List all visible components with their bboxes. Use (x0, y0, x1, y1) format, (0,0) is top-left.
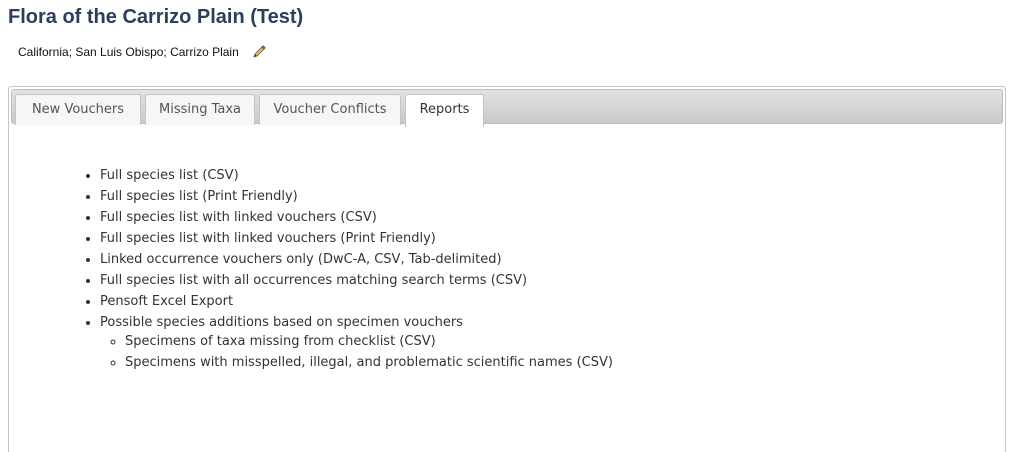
tab-reports[interactable]: Reports (405, 94, 484, 127)
list-item: Full species list with linked vouchers (… (100, 228, 613, 249)
reports-list: Full species list (CSV) Full species lis… (100, 165, 613, 373)
list-item: Specimens of taxa missing from checklist… (125, 331, 613, 352)
list-item: Full species list with all occurrences m… (100, 270, 613, 291)
pencil-icon[interactable] (251, 44, 267, 60)
possible-additions-heading: Possible species additions based on spec… (100, 315, 463, 330)
report-link-problem-names-csv[interactable]: Specimens with misspelled, illegal, and … (125, 355, 613, 370)
checklist-locality: California; San Luis Obispo; Carrizo Pla… (18, 45, 239, 59)
list-item: Linked occurrence vouchers only (DwC-A, … (100, 249, 613, 270)
tab-new-vouchers[interactable]: New Vouchers (15, 94, 141, 125)
tab-voucher-conflicts[interactable]: Voucher Conflicts (259, 94, 401, 125)
list-item: Specimens with misspelled, illegal, and … (125, 352, 613, 373)
possible-additions-list: Specimens of taxa missing from checklist… (100, 331, 613, 373)
report-link-vouchers-print[interactable]: Full species list with linked vouchers (… (100, 231, 436, 246)
report-link-all-occurrences-csv[interactable]: Full species list with all occurrences m… (100, 273, 527, 288)
report-link-species-print[interactable]: Full species list (Print Friendly) (100, 189, 298, 204)
page-title: Flora of the Carrizo Plain (Test) (8, 6, 304, 28)
list-item: Pensoft Excel Export (100, 291, 613, 312)
list-item: Full species list (Print Friendly) (100, 186, 613, 207)
report-link-missing-taxa-csv[interactable]: Specimens of taxa missing from checklist… (125, 334, 436, 349)
pencil-icon-graphic (253, 45, 266, 58)
tab-missing-taxa[interactable]: Missing Taxa (145, 94, 255, 125)
locality-row: California; San Luis Obispo; Carrizo Pla… (18, 42, 267, 62)
report-link-vouchers-csv[interactable]: Full species list with linked vouchers (… (100, 210, 377, 225)
tab-bar: New Vouchers Missing Taxa Voucher Confli… (11, 89, 1003, 127)
editor-tabs: New Vouchers Missing Taxa Voucher Confli… (8, 86, 1006, 452)
list-item: Full species list (CSV) (100, 165, 613, 186)
report-link-species-csv[interactable]: Full species list (CSV) (100, 168, 239, 183)
report-link-occurrence-vouchers[interactable]: Linked occurrence vouchers only (DwC-A, … (100, 252, 502, 267)
list-item: Possible species additions based on spec… (100, 312, 613, 373)
list-item: Full species list with linked vouchers (… (100, 207, 613, 228)
report-link-pensoft-export[interactable]: Pensoft Excel Export (100, 294, 233, 309)
